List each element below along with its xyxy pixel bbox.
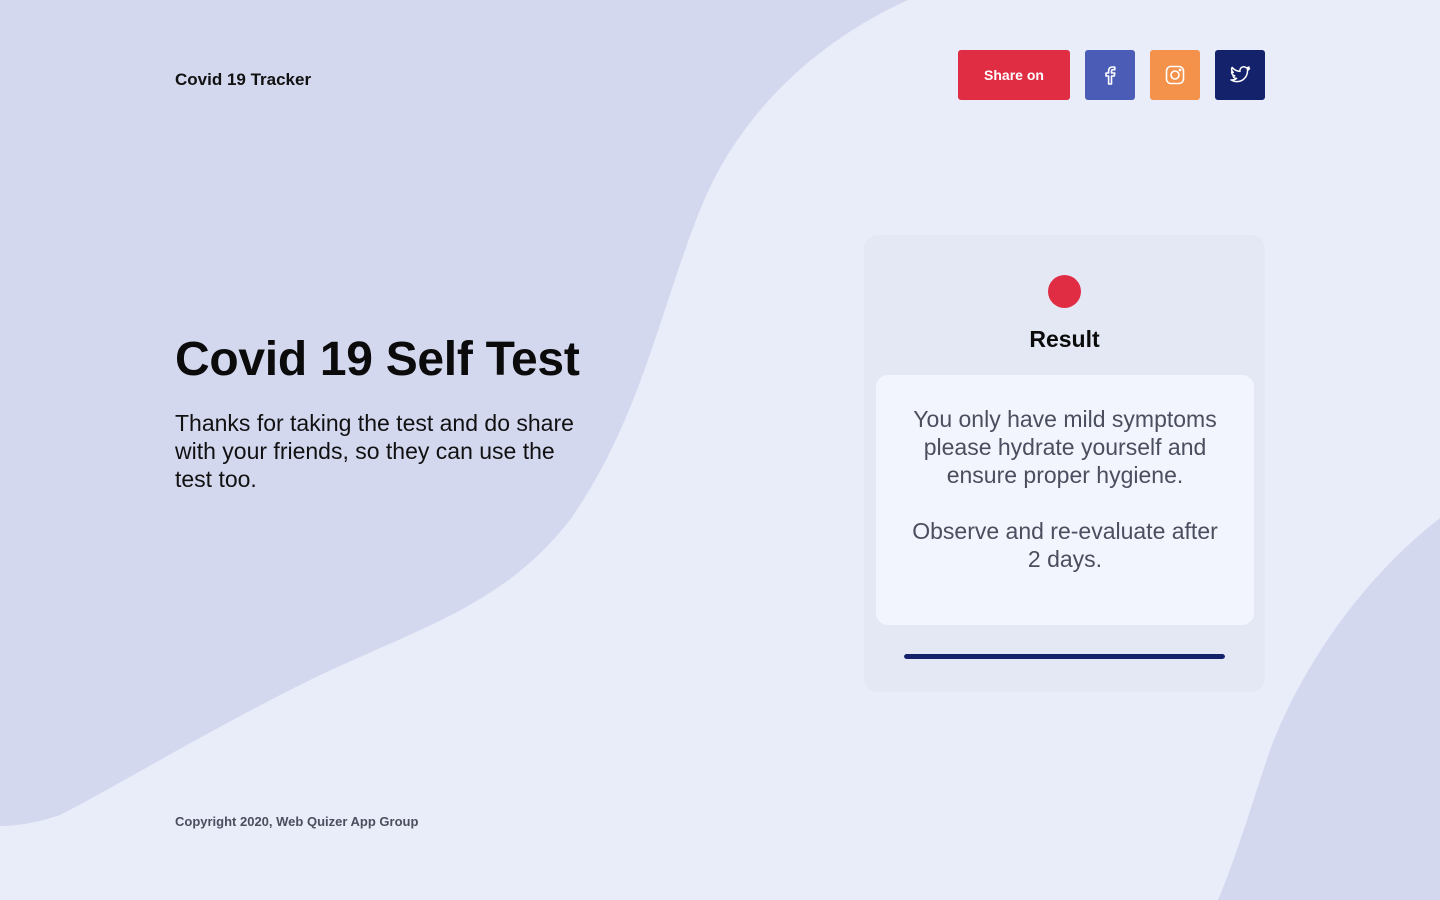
- status-indicator: [1048, 275, 1081, 308]
- progress-bar: [904, 654, 1225, 659]
- facebook-icon: [1105, 66, 1116, 85]
- instagram-button[interactable]: [1150, 50, 1200, 100]
- brand-title: Covid 19 Tracker: [175, 70, 312, 89]
- share-group: Share on: [958, 50, 1265, 100]
- result-heading: Result: [1029, 326, 1100, 352]
- result-card: Result You only have mild symptoms pleas…: [864, 235, 1265, 692]
- page-subtitle: Thanks for taking the test and do share …: [175, 410, 574, 492]
- page-title: Covid 19 Self Test: [175, 333, 580, 386]
- twitter-icon: [1230, 65, 1251, 83]
- facebook-button[interactable]: [1085, 50, 1135, 100]
- instagram-icon: [1165, 65, 1185, 85]
- twitter-button[interactable]: [1215, 50, 1265, 100]
- result-advice: Observe and re-evaluate after 2 days.: [912, 518, 1218, 572]
- copyright-text: Copyright 2020, Web Quizer App Group: [175, 814, 419, 829]
- result-message-box: You only have mild symptoms please hydra…: [876, 375, 1254, 625]
- progress-bar-fill: [904, 654, 1225, 659]
- result-message: You only have mild symptoms please hydra…: [913, 406, 1217, 488]
- share-on-button[interactable]: Share on: [958, 50, 1070, 100]
- hero-section: Covid 19 Self Test Thanks for taking the…: [175, 332, 595, 493]
